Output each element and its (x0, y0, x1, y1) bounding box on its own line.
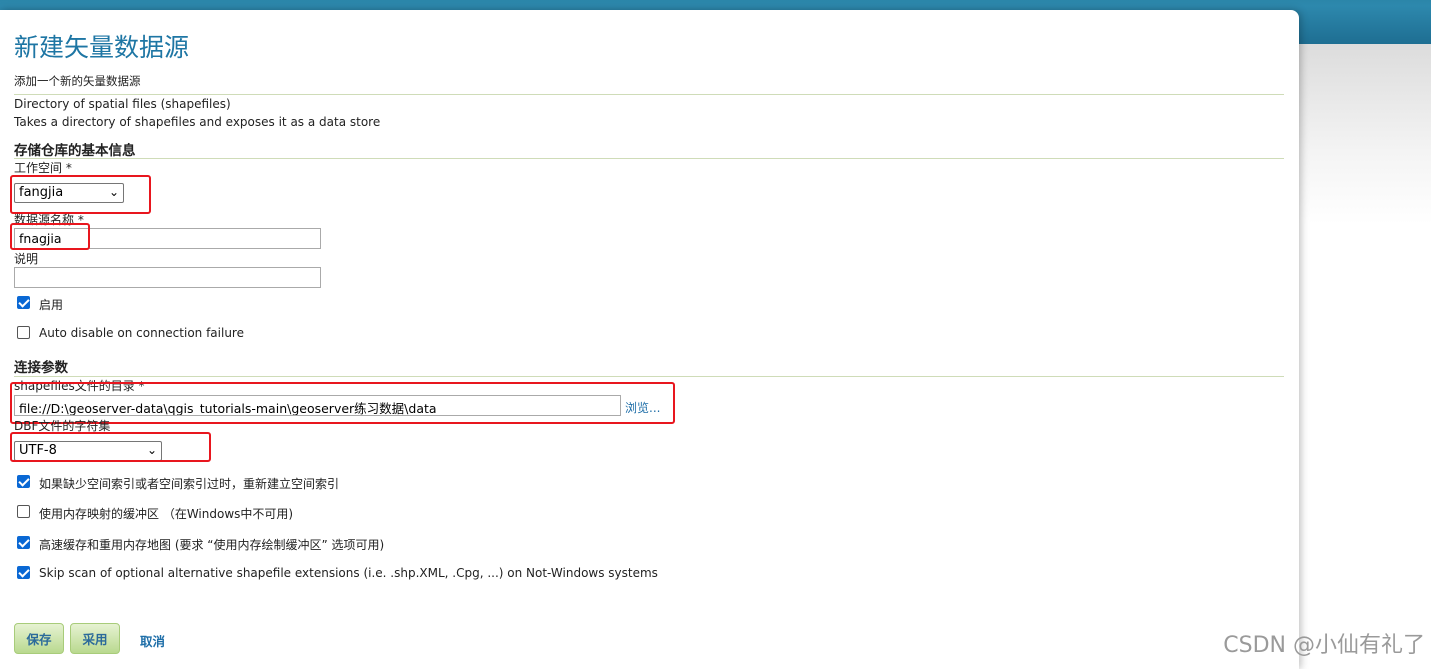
divider (14, 94, 1284, 95)
enabled-checkbox[interactable] (17, 296, 30, 309)
watermark-text: CSDN @小仙有礼了 (1223, 633, 1425, 658)
divider (14, 376, 1284, 377)
workspace-label: 工作空间 * (14, 161, 72, 175)
highlight-box (10, 223, 90, 250)
divider (14, 158, 1284, 159)
basic-info-heading: 存储仓库的基本信息 (14, 143, 136, 159)
skip-scan-checkbox[interactable] (17, 566, 30, 579)
datasource-type-description: Takes a directory of shapefiles and expo… (14, 115, 381, 129)
connection-params-heading: 连接参数 (14, 360, 68, 376)
auto-disable-checkbox[interactable] (17, 326, 30, 339)
page-title: 新建矢量数据源 (14, 33, 190, 62)
memory-mapped-buffer-checkbox[interactable] (17, 505, 30, 518)
memory-mapped-buffer-label: 使用内存映射的缓冲区 （在Windows中不可用) (39, 507, 294, 521)
apply-button[interactable]: 采用 (70, 623, 120, 654)
background-band (1290, 44, 1431, 224)
save-button[interactable]: 保存 (14, 623, 64, 654)
new-vector-datasource-panel: 新建矢量数据源 添加一个新的矢量数据源 Directory of spatial… (0, 10, 1299, 669)
highlight-box (10, 432, 211, 462)
cancel-link[interactable]: 取消 (140, 631, 165, 650)
highlight-box (10, 175, 151, 214)
datasource-type-name: Directory of spatial files (shapefiles) (14, 97, 231, 111)
auto-disable-label: Auto disable on connection failure (39, 326, 244, 340)
description-input[interactable] (14, 267, 321, 288)
rebuild-spatial-index-label: 如果缺少空间索引或者空间索引过时，重新建立空间索引 (39, 477, 340, 491)
enabled-label: 启用 (39, 298, 64, 312)
page-subtitle: 添加一个新的矢量数据源 (14, 74, 141, 88)
skip-scan-label: Skip scan of optional alternative shapef… (39, 566, 658, 580)
rebuild-spatial-index-checkbox[interactable] (17, 475, 30, 488)
description-label: 说明 (14, 252, 39, 266)
cache-memory-maps-checkbox[interactable] (17, 536, 30, 549)
cache-memory-maps-label: 高速缓存和重用内存地图 (要求 “使用内存绘制缓冲区” 选项可用) (39, 538, 385, 552)
